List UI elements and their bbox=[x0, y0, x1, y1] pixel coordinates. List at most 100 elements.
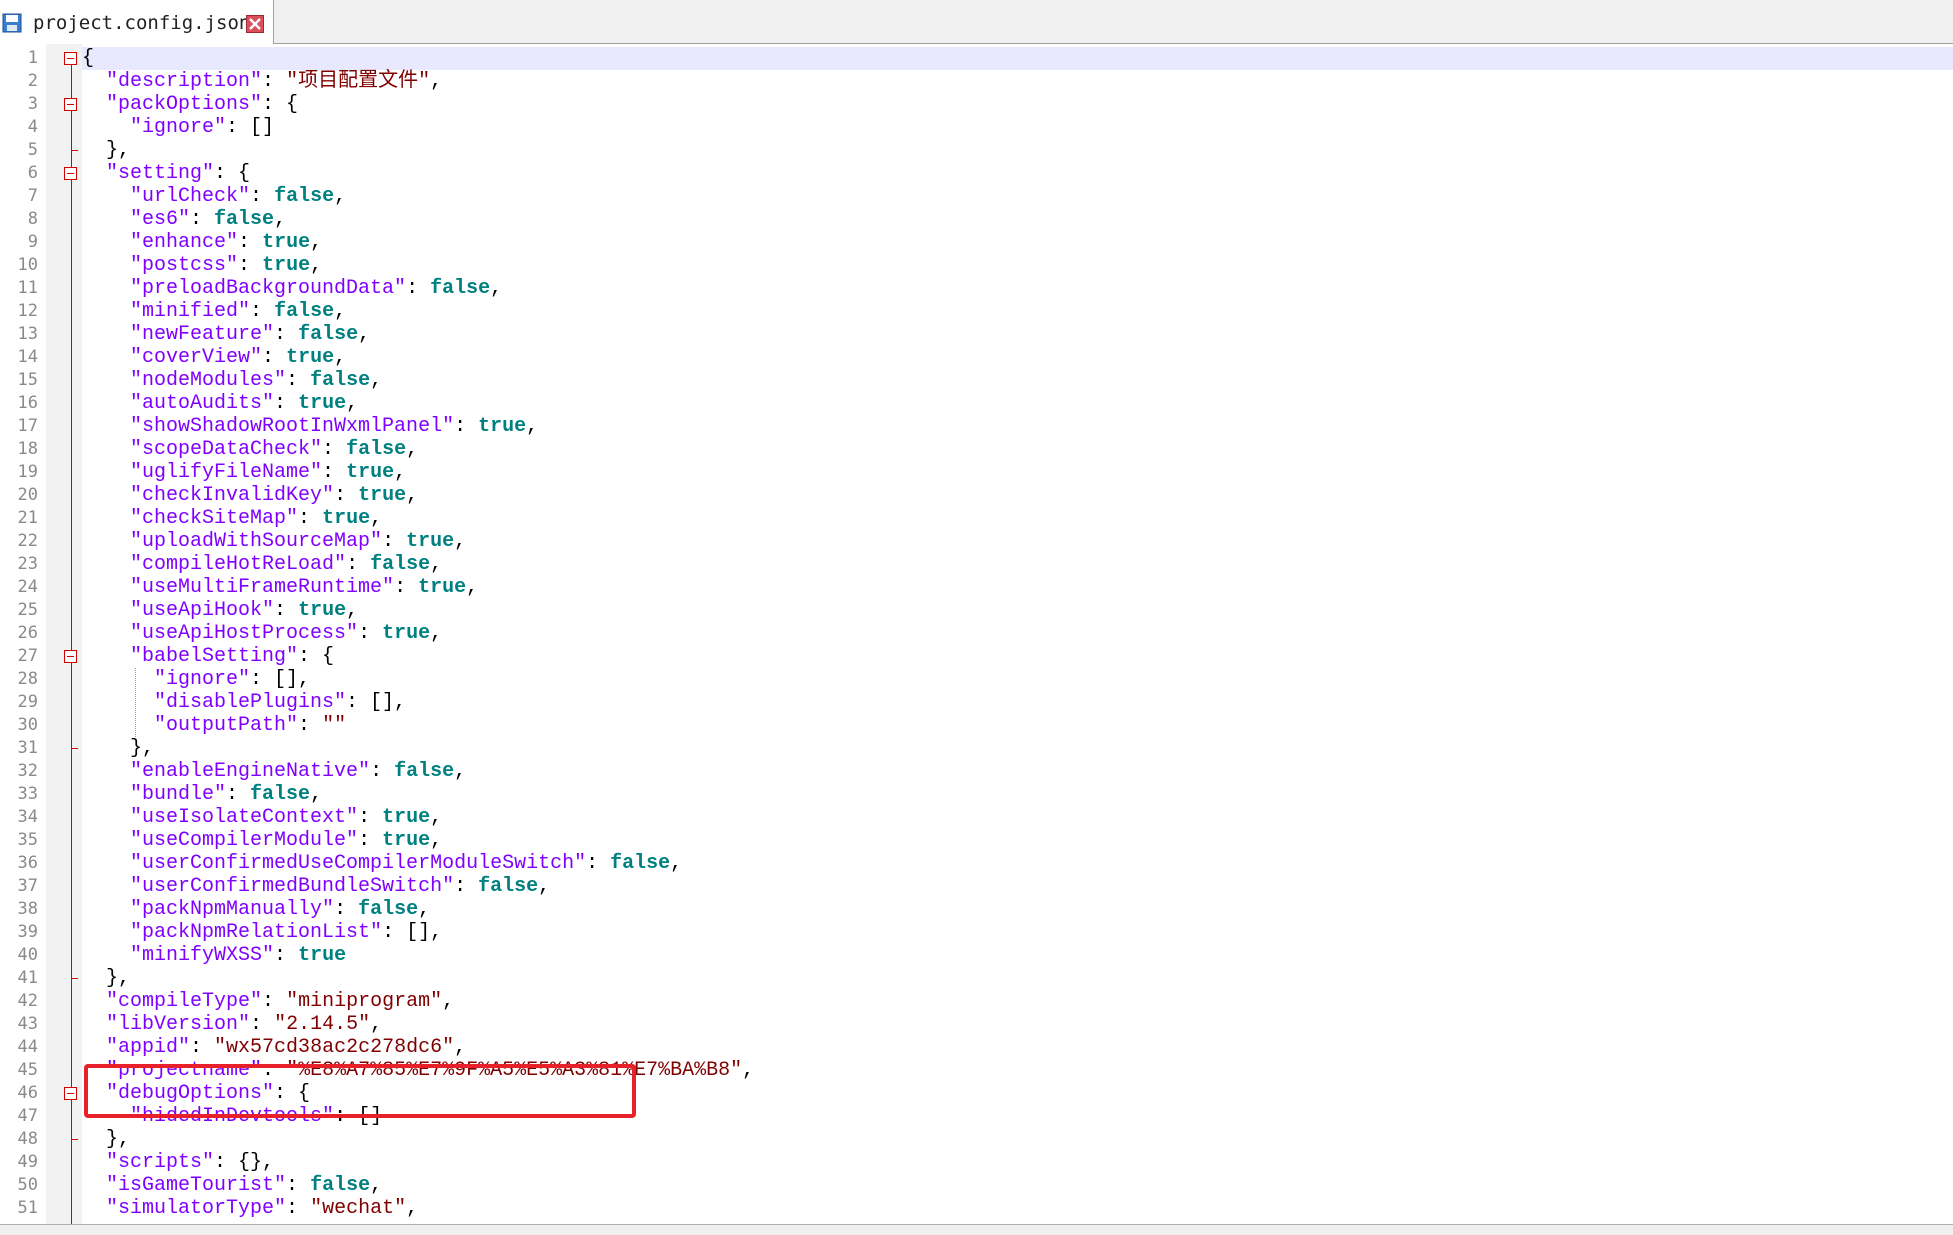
code-line[interactable]: 14 "coverView": true, bbox=[0, 346, 1953, 369]
code-token: : bbox=[274, 599, 299, 622]
code-line[interactable]: 35 "useCompilerModule": true, bbox=[0, 829, 1953, 852]
code-line[interactable]: 17 "showShadowRootInWxmlPanel": true, bbox=[0, 415, 1953, 438]
code-line[interactable]: 44 "appid": "wx57cd38ac2c278dc6", bbox=[0, 1036, 1953, 1059]
code-line[interactable]: 28 "ignore": [], bbox=[0, 668, 1953, 691]
code-token: , bbox=[430, 622, 443, 645]
line-number: 29 bbox=[17, 692, 38, 712]
code-line[interactable]: 16 "autoAudits": true, bbox=[0, 392, 1953, 415]
tab-project-config-json[interactable]: project.config.json bbox=[0, 0, 274, 44]
code-text: "packNpmManually": false, bbox=[82, 898, 430, 921]
code-token: : bbox=[334, 484, 359, 507]
code-line[interactable]: 33 "bundle": false, bbox=[0, 783, 1953, 806]
code-text: "useIsolateContext": true, bbox=[82, 806, 442, 829]
code-line[interactable]: 11 "preloadBackgroundData": false, bbox=[0, 277, 1953, 300]
code-token: "项目配置文件" bbox=[286, 70, 431, 93]
code-text: "babelSetting": { bbox=[82, 645, 334, 668]
code-text: }, bbox=[82, 967, 130, 990]
code-token: true bbox=[298, 392, 347, 415]
close-icon[interactable] bbox=[246, 15, 264, 33]
code-line[interactable]: 6 "setting": { bbox=[0, 162, 1953, 185]
code-token: false bbox=[310, 1174, 371, 1197]
code-token: , bbox=[466, 576, 479, 599]
code-token: , bbox=[742, 1059, 755, 1082]
code-line[interactable]: 34 "useIsolateContext": true, bbox=[0, 806, 1953, 829]
code-line[interactable]: 12 "minified": false, bbox=[0, 300, 1953, 323]
code-token: , bbox=[370, 507, 383, 530]
code-line[interactable]: 37 "userConfirmedBundleSwitch": false, bbox=[0, 875, 1953, 898]
fold-toggle-icon[interactable] bbox=[64, 1087, 77, 1100]
code-line[interactable]: 3 "packOptions": { bbox=[0, 93, 1953, 116]
code-line[interactable]: 51 "simulatorType": "wechat", bbox=[0, 1197, 1953, 1220]
code-line[interactable]: 23 "compileHotReLoad": false, bbox=[0, 553, 1953, 576]
code-token: true bbox=[286, 346, 335, 369]
line-number: 23 bbox=[17, 554, 38, 574]
code-token: : bbox=[298, 714, 323, 737]
line-number: 14 bbox=[17, 347, 38, 367]
fold-end-marker bbox=[71, 978, 78, 979]
code-token: true bbox=[406, 530, 455, 553]
code-token: , bbox=[310, 231, 323, 254]
code-token: , bbox=[310, 783, 323, 806]
code-line[interactable]: 25 "useApiHook": true, bbox=[0, 599, 1953, 622]
code-token: true bbox=[298, 599, 347, 622]
code-line[interactable]: 40 "minifyWXSS": true bbox=[0, 944, 1953, 967]
code-line[interactable]: 13 "newFeature": false, bbox=[0, 323, 1953, 346]
fold-toggle-icon[interactable] bbox=[64, 98, 77, 111]
code-line[interactable]: 41 }, bbox=[0, 967, 1953, 990]
code-text: "scopeDataCheck": false, bbox=[82, 438, 418, 461]
code-line[interactable]: 2 "description": "项目配置文件", bbox=[0, 70, 1953, 93]
code-line[interactable]: 49 "scripts": {}, bbox=[0, 1151, 1953, 1174]
code-line[interactable]: 10 "postcss": true, bbox=[0, 254, 1953, 277]
code-token: , bbox=[490, 277, 503, 300]
code-token: : [] bbox=[226, 116, 275, 139]
code-line[interactable]: 22 "uploadWithSourceMap": true, bbox=[0, 530, 1953, 553]
code-token: : [], bbox=[250, 668, 311, 691]
code-token: "checkInvalidKey" bbox=[130, 484, 335, 507]
code-line[interactable]: 30 "outputPath": "" bbox=[0, 714, 1953, 737]
code-text: "uglifyFileName": true, bbox=[82, 461, 406, 484]
code-token: "" bbox=[322, 714, 347, 737]
code-line[interactable]: 1{ bbox=[0, 47, 1953, 70]
code-token: "useCompilerModule" bbox=[130, 829, 359, 852]
code-editor[interactable]: 1{2 "description": "项目配置文件", 3 "packOptio… bbox=[0, 44, 1953, 1224]
code-line[interactable]: 42 "compileType": "miniprogram", bbox=[0, 990, 1953, 1013]
code-line[interactable]: 21 "checkSiteMap": true, bbox=[0, 507, 1953, 530]
code-line[interactable]: 39 "packNpmRelationList": [], bbox=[0, 921, 1953, 944]
code-line[interactable]: 38 "packNpmManually": false, bbox=[0, 898, 1953, 921]
code-token: : bbox=[286, 1197, 311, 1220]
code-token: : bbox=[250, 185, 275, 208]
code-line[interactable]: 7 "urlCheck": false, bbox=[0, 185, 1953, 208]
code-line[interactable]: 26 "useApiHostProcess": true, bbox=[0, 622, 1953, 645]
line-number: 2 bbox=[27, 71, 38, 91]
code-line[interactable]: 31 }, bbox=[0, 737, 1953, 760]
tab-bar: project.config.json bbox=[0, 0, 1953, 44]
code-token: "bundle" bbox=[130, 783, 227, 806]
code-line[interactable]: 29 "disablePlugins": [], bbox=[0, 691, 1953, 714]
fold-toggle-icon[interactable] bbox=[64, 52, 77, 65]
code-line[interactable]: 9 "enhance": true, bbox=[0, 231, 1953, 254]
fold-toggle-icon[interactable] bbox=[64, 650, 77, 663]
code-line[interactable]: 27 "babelSetting": { bbox=[0, 645, 1953, 668]
code-line[interactable]: 4 "ignore": [] bbox=[0, 116, 1953, 139]
code-line[interactable]: 20 "checkInvalidKey": true, bbox=[0, 484, 1953, 507]
code-line[interactable]: 15 "nodeModules": false, bbox=[0, 369, 1953, 392]
fold-toggle-icon[interactable] bbox=[64, 167, 77, 180]
code-line[interactable]: 48 }, bbox=[0, 1128, 1953, 1151]
code-line[interactable]: 5 }, bbox=[0, 139, 1953, 162]
code-token: "description" bbox=[106, 70, 263, 93]
code-token: : bbox=[274, 323, 299, 346]
code-line[interactable]: 19 "uglifyFileName": true, bbox=[0, 461, 1953, 484]
line-number: 8 bbox=[27, 209, 38, 229]
line-number: 33 bbox=[17, 784, 38, 804]
code-line[interactable]: 24 "useMultiFrameRuntime": true, bbox=[0, 576, 1953, 599]
code-text: "isGameTourist": false, bbox=[82, 1174, 382, 1197]
code-line[interactable]: 43 "libVersion": "2.14.5", bbox=[0, 1013, 1953, 1036]
code-line[interactable]: 50 "isGameTourist": false, bbox=[0, 1174, 1953, 1197]
line-number: 9 bbox=[27, 232, 38, 252]
code-token: "postcss" bbox=[130, 254, 239, 277]
code-line[interactable]: 36 "userConfirmedUseCompilerModuleSwitch… bbox=[0, 852, 1953, 875]
code-line[interactable]: 18 "scopeDataCheck": false, bbox=[0, 438, 1953, 461]
line-number: 1 bbox=[27, 48, 38, 68]
code-line[interactable]: 32 "enableEngineNative": false, bbox=[0, 760, 1953, 783]
code-line[interactable]: 8 "es6": false, bbox=[0, 208, 1953, 231]
